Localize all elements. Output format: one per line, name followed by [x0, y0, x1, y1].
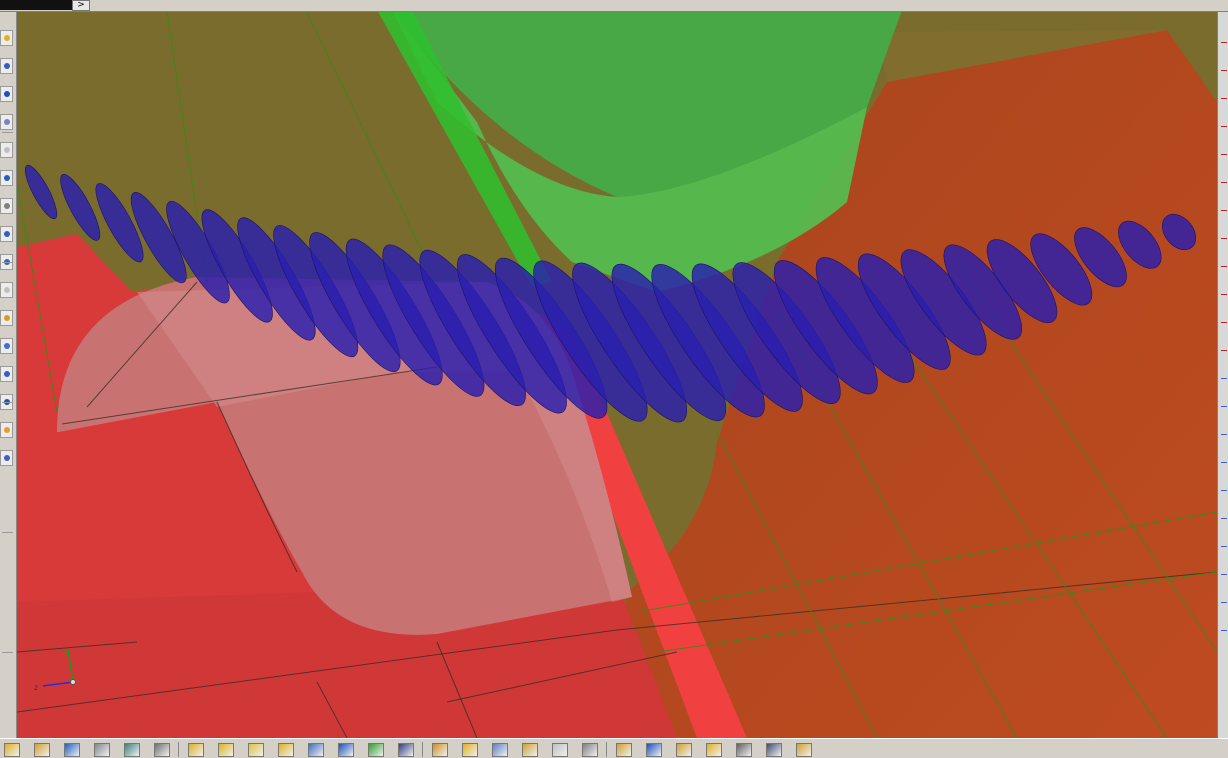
lock-icon[interactable]: [676, 743, 692, 757]
right-tool-marker[interactable]: [1221, 322, 1227, 323]
right-tool-marker[interactable]: [1221, 98, 1227, 99]
triad-icon[interactable]: [0, 338, 13, 354]
layer-icon[interactable]: [64, 743, 80, 757]
hidden-line-icon[interactable]: [0, 198, 13, 214]
add-body-icon[interactable]: [278, 743, 294, 757]
shade-icon[interactable]: [0, 226, 13, 242]
fit-icon[interactable]: [0, 142, 13, 158]
right-tool-marker[interactable]: [1221, 406, 1227, 407]
star-icon[interactable]: [248, 743, 264, 757]
pan-icon[interactable]: [0, 114, 13, 130]
right-tool-marker[interactable]: [1221, 42, 1227, 43]
right-toolbar: [1217, 12, 1228, 738]
right-tool-marker[interactable]: [1221, 518, 1227, 519]
snap-icon[interactable]: [34, 743, 50, 757]
dimension-icon[interactable]: [736, 743, 752, 757]
title-bar: >: [0, 0, 1228, 12]
toolbar-separator: [2, 132, 13, 133]
sphere-wire-icon[interactable]: [124, 743, 140, 757]
mirror-icon[interactable]: [338, 743, 354, 757]
pointer-icon[interactable]: [0, 30, 13, 46]
toolbar-separator: [606, 742, 607, 757]
rotate-icon[interactable]: [0, 58, 13, 74]
transform-icon[interactable]: [308, 743, 324, 757]
right-tool-marker[interactable]: [1221, 630, 1227, 631]
frame-icon[interactable]: [646, 743, 662, 757]
right-tool-marker[interactable]: [1221, 70, 1227, 71]
right-tool-marker[interactable]: [1221, 266, 1227, 267]
toolbar-separator: [2, 262, 13, 263]
tree-icon[interactable]: [766, 743, 782, 757]
view-icon[interactable]: [0, 310, 13, 326]
cylinder-icon[interactable]: [94, 743, 110, 757]
cube-icon[interactable]: [462, 743, 478, 757]
datum-icon[interactable]: [368, 743, 384, 757]
zoom-icon[interactable]: [0, 86, 13, 102]
bottom-toolbar: [0, 738, 1228, 758]
sweep-icon[interactable]: [492, 743, 508, 757]
expand-arrow-button[interactable]: >: [72, 0, 90, 11]
open-folder-icon[interactable]: [4, 743, 20, 757]
toolbar-separator: [2, 532, 13, 533]
right-tool-marker[interactable]: [1221, 462, 1227, 463]
toolbar-separator: [178, 742, 179, 757]
arc-icon[interactable]: [0, 170, 13, 186]
right-tool-marker[interactable]: [1221, 378, 1227, 379]
export-icon[interactable]: [796, 743, 812, 757]
pattern-icon[interactable]: [552, 743, 568, 757]
right-tool-marker[interactable]: [1221, 182, 1227, 183]
save-icon[interactable]: [398, 743, 414, 757]
right-tool-marker[interactable]: [1221, 294, 1227, 295]
axis-y-label: y: [64, 646, 69, 655]
boolean-icon[interactable]: [522, 743, 538, 757]
toolbar-separator: [2, 402, 13, 403]
3d-scene[interactable]: y z: [17, 12, 1217, 738]
right-tool-marker[interactable]: [1221, 434, 1227, 435]
title-bar-dark-region: [0, 0, 72, 10]
light-icon[interactable]: [0, 450, 13, 466]
right-tool-marker[interactable]: [1221, 238, 1227, 239]
home-icon[interactable]: [706, 743, 722, 757]
group-icon[interactable]: [616, 743, 632, 757]
right-tool-marker[interactable]: [1221, 154, 1227, 155]
add-part-icon[interactable]: [188, 743, 204, 757]
grid-icon[interactable]: [0, 282, 13, 298]
toolbar-separator: [422, 742, 423, 757]
right-tool-marker[interactable]: [1221, 546, 1227, 547]
right-tool-marker[interactable]: [1221, 350, 1227, 351]
color-icon[interactable]: [0, 422, 13, 438]
point-icon[interactable]: [582, 743, 598, 757]
right-tool-marker[interactable]: [1221, 574, 1227, 575]
extrude-icon[interactable]: [432, 743, 448, 757]
axis-z-label: z: [34, 683, 38, 692]
left-toolbar: [0, 12, 17, 738]
right-tool-marker[interactable]: [1221, 210, 1227, 211]
3d-viewport[interactable]: y z: [17, 12, 1217, 738]
gray-solid-icon[interactable]: [154, 743, 170, 757]
right-tool-marker[interactable]: [1221, 602, 1227, 603]
measure-icon[interactable]: [0, 366, 13, 382]
right-tool-marker[interactable]: [1221, 490, 1227, 491]
toolbar-separator: [2, 652, 13, 653]
add-assembly-icon[interactable]: [218, 743, 234, 757]
right-tool-marker[interactable]: [1221, 126, 1227, 127]
